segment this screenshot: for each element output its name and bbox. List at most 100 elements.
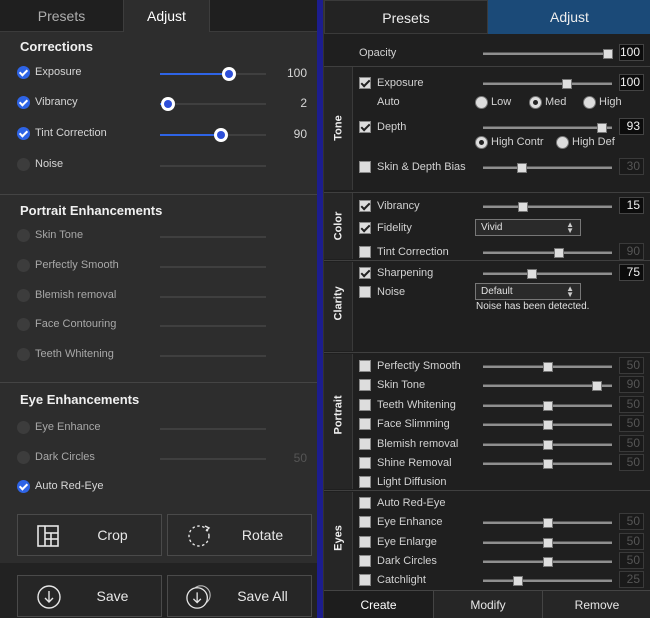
- sharpening-thumb[interactable]: [527, 269, 538, 279]
- depth-slider[interactable]: [483, 123, 612, 133]
- auto-red-eye-checkbox[interactable]: [359, 497, 371, 509]
- tint-correction-checkbox[interactable]: [359, 246, 371, 258]
- skin-tone-row[interactable]: Skin Tone 90: [324, 376, 650, 395]
- perfectly-smooth-row[interactable]: Perfectly Smooth 50: [324, 357, 650, 376]
- teeth-whitening-checkbox[interactable]: [359, 399, 371, 411]
- skin-tone-thumb[interactable]: [591, 381, 602, 391]
- shine-removal-slider[interactable]: [483, 459, 612, 469]
- eye-enlarge-value[interactable]: 50: [619, 533, 644, 550]
- perfectly-smooth-slider[interactable]: [483, 362, 612, 372]
- left-row-blemish-removal[interactable]: Blemish removal: [17, 286, 307, 306]
- face-slimming-row[interactable]: Face Slimming 50: [324, 415, 650, 434]
- face-slimming-slider[interactable]: [483, 420, 612, 430]
- right-tab-adjust[interactable]: Adjust: [488, 0, 650, 34]
- left-row-auto-red-eye[interactable]: Auto Red-Eye: [17, 477, 307, 497]
- right-tab-presets[interactable]: Presets: [324, 0, 488, 34]
- perfectly-smooth-value[interactable]: 50: [619, 357, 644, 374]
- vibrancy-check-icon[interactable]: [17, 96, 30, 109]
- skin-tone-value[interactable]: 90: [619, 376, 644, 393]
- teeth-whitening-value[interactable]: 50: [619, 396, 644, 413]
- tint-slider[interactable]: [160, 128, 266, 142]
- sharpening-slider[interactable]: [483, 269, 612, 279]
- left-row-face-contouring[interactable]: Face Contouring: [17, 315, 307, 335]
- left-row-exposure[interactable]: Exposure 100: [17, 63, 307, 83]
- eye-enlarge-row[interactable]: Eye Enlarge 50: [324, 533, 650, 552]
- dark-circles-value[interactable]: 50: [619, 552, 644, 569]
- noise-row[interactable]: Noise Default ▲ ▼: [324, 283, 650, 302]
- blemish-removal-slider[interactable]: [483, 440, 612, 450]
- depth-checkbox[interactable]: [359, 121, 371, 133]
- left-row-vibrancy[interactable]: Vibrancy 2: [17, 93, 307, 113]
- blemish-removal-thumb[interactable]: [542, 440, 553, 450]
- exposure-thumb[interactable]: [561, 79, 572, 89]
- fidelity-row[interactable]: Fidelity Vivid ▲ ▼: [324, 219, 650, 238]
- auto-red-eye-row[interactable]: Auto Red-Eye: [324, 495, 650, 513]
- opacity-value[interactable]: 100: [619, 44, 644, 61]
- eye-enhance-slider[interactable]: [483, 518, 612, 528]
- depth-value[interactable]: 93: [619, 118, 644, 135]
- tone-exposure-row[interactable]: Exposure 100: [324, 74, 650, 93]
- exposure-checkbox[interactable]: [359, 77, 371, 89]
- eye-enhance-value[interactable]: 50: [619, 513, 644, 530]
- eye-enlarge-slider[interactable]: [483, 538, 612, 548]
- vibrancy-slider-knob[interactable]: [161, 97, 176, 111]
- skin-tone-checkbox[interactable]: [359, 379, 371, 391]
- perfectly-smooth-checkbox[interactable]: [359, 360, 371, 372]
- vibrancy-row[interactable]: Vibrancy 15: [324, 197, 650, 216]
- blemish-removal-row[interactable]: Blemish removal 50: [324, 435, 650, 454]
- fidelity-dropdown[interactable]: Vivid ▲ ▼: [475, 219, 581, 236]
- exposure-slider[interactable]: [160, 67, 266, 81]
- face-contouring-check-icon[interactable]: [17, 318, 30, 331]
- remove-tab[interactable]: Remove: [542, 591, 650, 618]
- noise-checkbox[interactable]: [359, 286, 371, 298]
- catchlight-row[interactable]: Catchlight 25: [324, 571, 650, 590]
- exposure-value[interactable]: 100: [619, 74, 644, 91]
- dark-circles-checkbox[interactable]: [359, 555, 371, 567]
- tint-correction-row[interactable]: Tint Correction 90: [324, 243, 650, 262]
- dark-circles-thumb[interactable]: [542, 557, 553, 567]
- eye-enhance-checkbox[interactable]: [359, 516, 371, 528]
- left-tab-presets[interactable]: Presets: [0, 0, 123, 32]
- skin-depth-bias-value[interactable]: 30: [619, 158, 644, 175]
- sharpening-value[interactable]: 75: [619, 264, 644, 281]
- high-contr-radio[interactable]: High Contr: [475, 135, 544, 149]
- blemish-check-icon[interactable]: [17, 289, 30, 302]
- skin-depth-bias-slider[interactable]: [483, 163, 612, 173]
- teeth-whitening-row[interactable]: Teeth Whitening 50: [324, 396, 650, 415]
- catchlight-slider[interactable]: [483, 576, 612, 586]
- teeth-whitening-slider[interactable]: [483, 401, 612, 411]
- left-tab-adjust[interactable]: Adjust: [123, 0, 210, 32]
- eye-enlarge-checkbox[interactable]: [359, 536, 371, 548]
- vibrancy-slider[interactable]: [160, 97, 266, 111]
- left-row-skin-tone[interactable]: Skin Tone: [17, 226, 307, 246]
- auto-med-radio[interactable]: Med: [529, 95, 566, 109]
- opacity-thumb[interactable]: [603, 49, 614, 59]
- skin-depth-bias-row[interactable]: Skin & Depth Bias 30: [324, 158, 650, 177]
- face-slimming-value[interactable]: 50: [619, 415, 644, 432]
- auto-red-eye-check-icon[interactable]: [17, 480, 30, 493]
- exposure-slider[interactable]: [483, 79, 612, 89]
- save-button[interactable]: Save: [17, 575, 162, 617]
- left-row-noise[interactable]: Noise: [17, 155, 307, 175]
- face-slimming-checkbox[interactable]: [359, 418, 371, 430]
- shine-removal-value[interactable]: 50: [619, 454, 644, 471]
- eye-enhance-row[interactable]: Eye Enhance 50: [324, 513, 650, 532]
- tint-correction-thumb[interactable]: [554, 248, 565, 258]
- vibrancy-checkbox[interactable]: [359, 200, 371, 212]
- create-tab[interactable]: Create: [324, 591, 433, 618]
- fidelity-checkbox[interactable]: [359, 222, 371, 234]
- noise-check-icon[interactable]: [17, 158, 30, 171]
- left-row-perfectly-smooth[interactable]: Perfectly Smooth: [17, 256, 307, 276]
- face-slimming-thumb[interactable]: [542, 420, 553, 430]
- catchlight-thumb[interactable]: [512, 576, 523, 586]
- opacity-row[interactable]: Opacity 100: [324, 44, 650, 63]
- catchlight-checkbox[interactable]: [359, 574, 371, 586]
- left-row-teeth-whitening[interactable]: Teeth Whitening: [17, 345, 307, 365]
- left-row-tint-correction[interactable]: Tint Correction 90: [17, 124, 307, 144]
- vibrancy-thumb[interactable]: [517, 202, 528, 212]
- exposure-check-icon[interactable]: [17, 66, 30, 79]
- tint-slider-knob[interactable]: [214, 128, 229, 142]
- dark-circles-check-icon[interactable]: [17, 451, 30, 464]
- shine-removal-thumb[interactable]: [542, 459, 553, 469]
- vibrancy-value[interactable]: 15: [619, 197, 644, 214]
